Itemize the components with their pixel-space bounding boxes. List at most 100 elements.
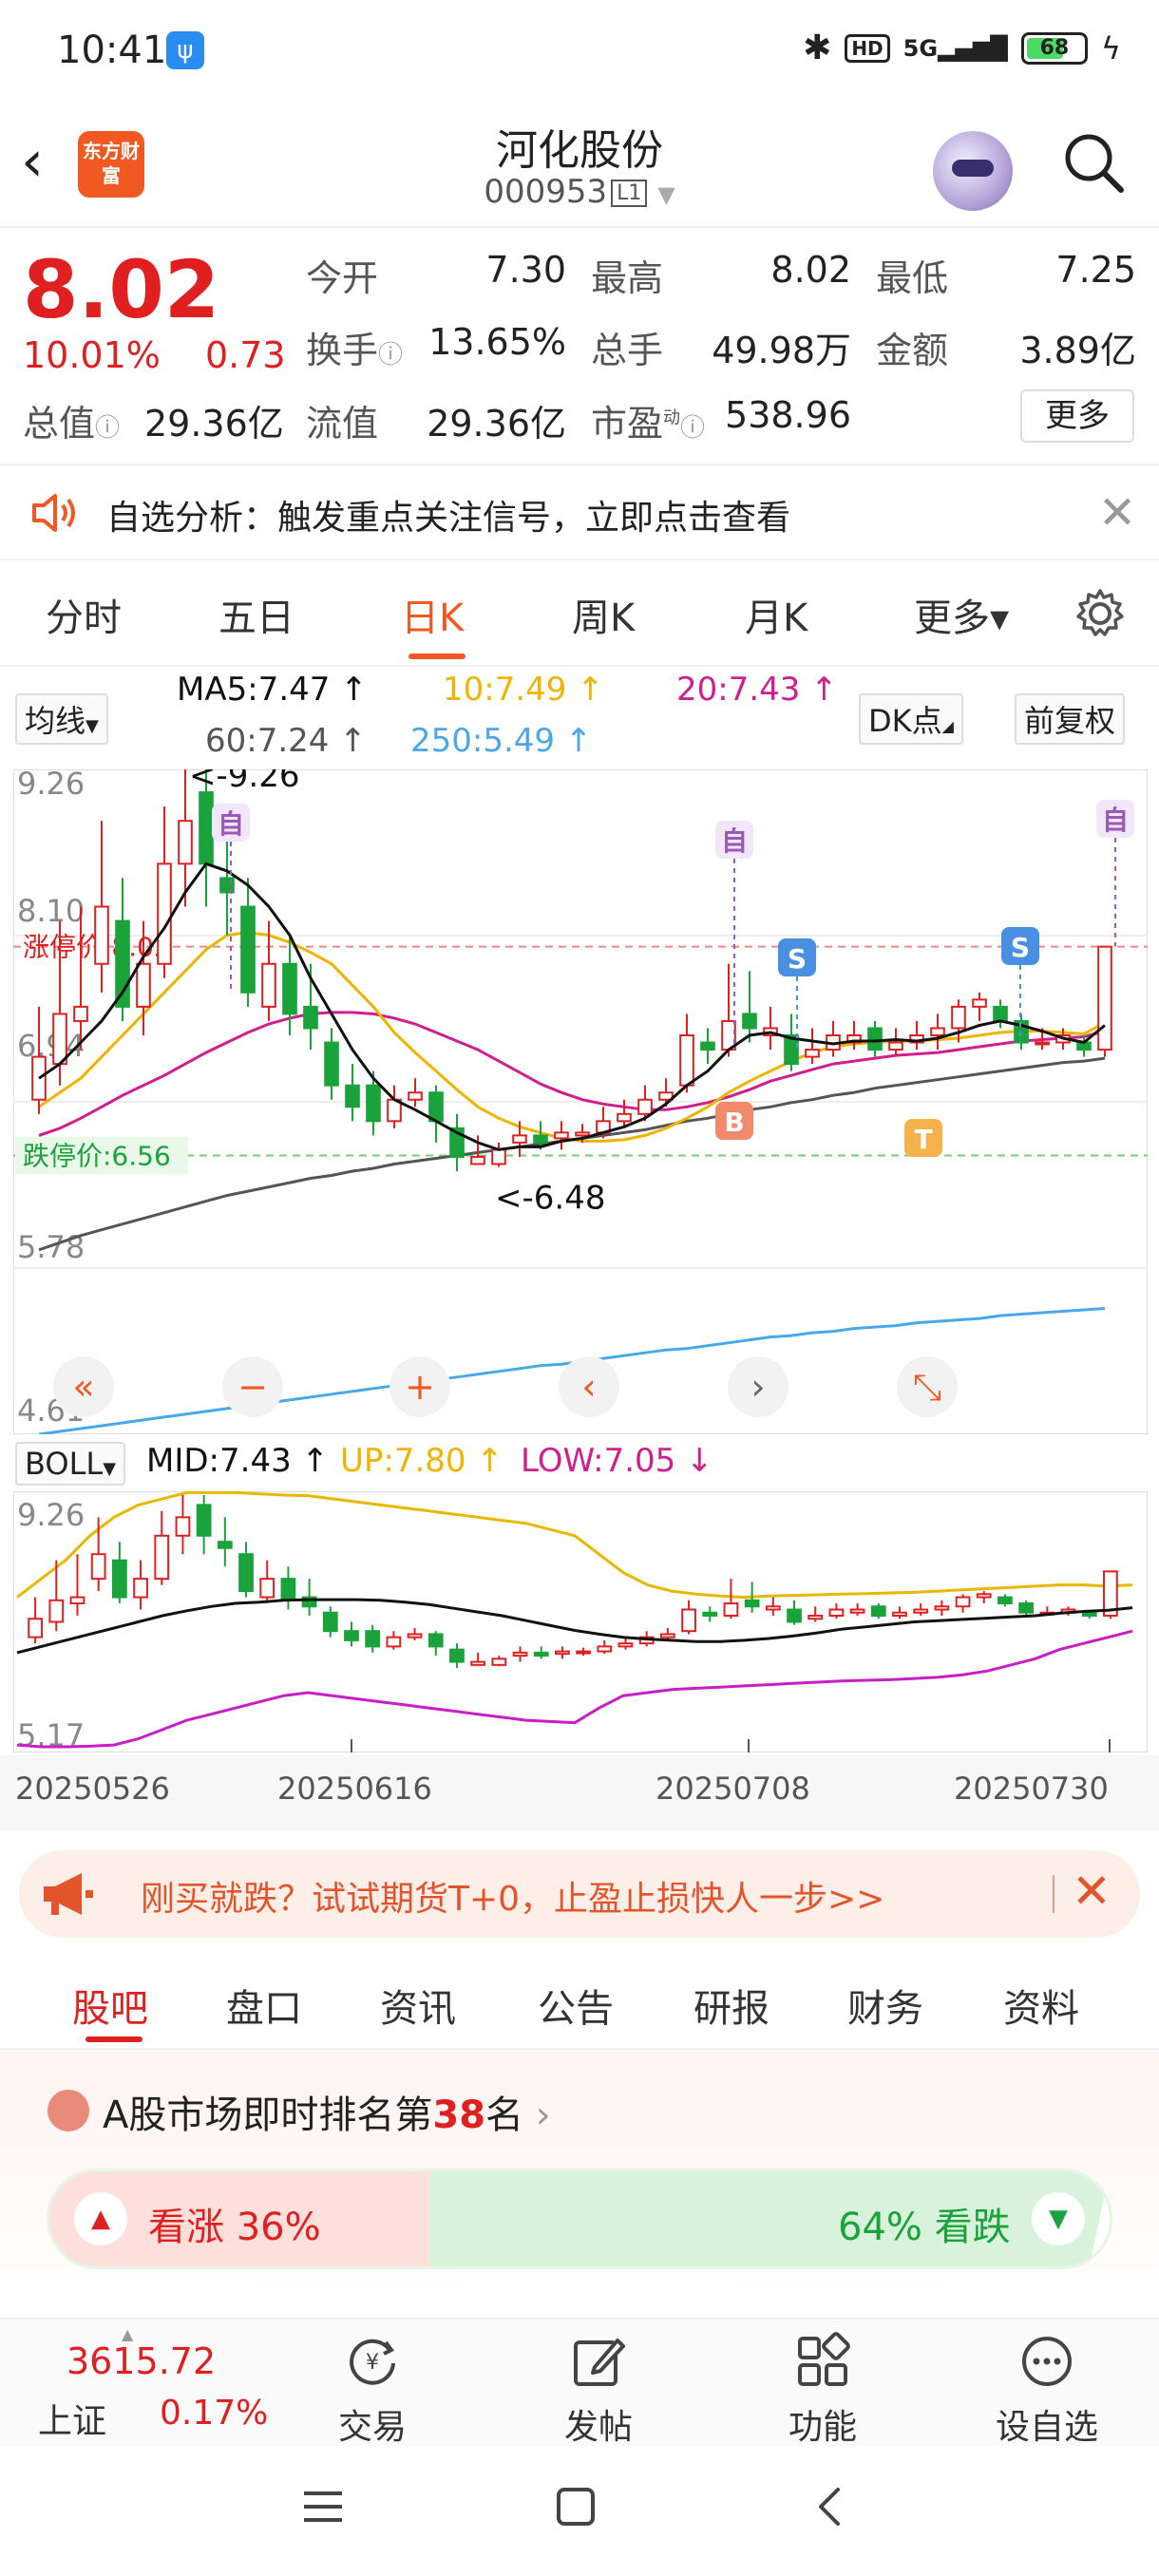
tab-financials[interactable]: 财务 [847, 1978, 923, 2033]
candle-body [259, 1578, 276, 1599]
dropdown-triangle-icon: ▼ [103, 1459, 117, 1479]
candle-body [282, 962, 297, 1015]
vote-down-button[interactable]: ▼ [1032, 2192, 1085, 2245]
candle-body [470, 1155, 485, 1165]
candle-body [238, 1553, 254, 1593]
nav-add-watchlist[interactable]: 设自选 [980, 2331, 1113, 2449]
alert-banner[interactable]: 自选分析：触发重点关注信号，立即点击查看 ✕ [0, 464, 1159, 560]
tab-announcements[interactable]: 公告 [538, 1978, 614, 2033]
nav-post[interactable]: 发帖 [532, 2331, 665, 2449]
candle-body [849, 1608, 865, 1614]
tab-daily-k[interactable]: 日K [401, 587, 464, 642]
search-icon[interactable] [1060, 129, 1127, 196]
candle-body [554, 1131, 569, 1140]
trade-icon: ¥ [350, 2339, 395, 2385]
tab-news[interactable]: 资讯 [380, 1978, 456, 2033]
info-icon[interactable]: ⓘ [95, 414, 120, 443]
candle-body [154, 1534, 170, 1581]
candle-body [913, 1608, 929, 1614]
tab-guba[interactable]: 股吧 [72, 1978, 148, 2033]
nav-trade[interactable]: ¥ 交易 [306, 2331, 439, 2449]
candle-body [951, 1005, 966, 1030]
tab-five-day[interactable]: 五日 [218, 587, 294, 642]
volume-value: 49.98万 [712, 330, 851, 371]
index-name[interactable]: 上证 [38, 2394, 106, 2443]
megaphone-icon [44, 1873, 93, 1915]
candle-body [1035, 1041, 1050, 1046]
promo-banner[interactable]: 刚买就跌？试试期货T+0，止盈止损快人一步>> ✕ [19, 1850, 1140, 1938]
candle-body [998, 1596, 1013, 1605]
status-bar: 10:41 ψ ✱ HD 5G▂▄▆█ 68 ϟ [0, 0, 1159, 104]
candle-body [199, 791, 214, 865]
candle-body [344, 1630, 359, 1641]
low-value: 7.25 [1055, 249, 1136, 291]
x-tick: 20250730 [954, 1771, 1109, 1807]
candle-body [512, 1134, 527, 1144]
close-icon[interactable]: ✕ [1072, 1864, 1112, 1919]
candle-body [597, 1645, 613, 1653]
sell-marker-text: S [788, 943, 807, 975]
candle-body [491, 1148, 506, 1165]
info-tabs: 股吧 盘口 资讯 公告 研报 财务 资料 [0, 1955, 1159, 2050]
menu-icon[interactable] [302, 2486, 344, 2528]
index-value[interactable]: 3615.72 [66, 2340, 216, 2382]
ma10-label: 10:7.49 ↑ [443, 671, 604, 709]
candle-body [491, 1657, 507, 1666]
bottom-bar: ▲ 3615.72 上证 0.17% ¥ 交易 发帖 功能 设自选 [0, 2318, 1159, 2449]
candle-body [73, 1005, 88, 1022]
assistant-robot-icon[interactable] [933, 131, 1013, 211]
candle-body [470, 1660, 486, 1666]
boll-chart[interactable]: 9.265.17 [13, 1491, 1148, 1752]
tab-more[interactable]: 更多▾ [914, 587, 1009, 642]
candle-body [892, 1611, 907, 1617]
indicator-select[interactable]: 均线▼ [15, 693, 108, 745]
volume-label: 总手 [591, 330, 664, 371]
candle-body [1081, 1611, 1097, 1617]
candle-body [303, 1005, 318, 1030]
back-nav-icon[interactable] [809, 2486, 851, 2528]
adjust-button[interactable]: 前复权 [1015, 693, 1126, 745]
home-icon[interactable] [555, 2486, 597, 2528]
tab-order-book[interactable]: 盘口 [226, 1978, 302, 2033]
sentiment-vote-bar: ▲ 看涨 36% 64% 看跌 ▼ [49, 2171, 1110, 2266]
tab-research[interactable]: 研报 [694, 1978, 770, 2033]
quote-panel: 8.02 10.01% 0.73 今开 7.30 最高 8.02 最低 7.25… [0, 228, 1159, 461]
high-label: 最高 [591, 257, 664, 299]
active-tab-indicator [408, 653, 466, 659]
chart-control-icon: « [72, 1366, 94, 1408]
candle-body [512, 1651, 528, 1657]
tab-intraday[interactable]: 分时 [46, 587, 122, 642]
candle-body [867, 1027, 883, 1051]
nav-label: 交易 [337, 2408, 407, 2447]
candle-body [955, 1596, 971, 1608]
boll-indicator-select[interactable]: BOLL▼ [15, 1442, 126, 1486]
speaker-icon [32, 494, 75, 532]
kline-chart[interactable]: 9.268.106.945.784.61涨停价:8.02跌停价:6.56<-9.… [13, 769, 1148, 1434]
period-tabs: 分时 五日 日K 周K 月K 更多▾ [0, 562, 1159, 667]
info-icon[interactable]: ⓘ [680, 414, 705, 443]
tab-monthly-k[interactable]: 月K [745, 587, 808, 642]
tab-weekly-k[interactable]: 周K [572, 587, 635, 642]
info-icon[interactable]: ⓘ [378, 341, 403, 369]
y-tick: 8.10 [17, 893, 85, 929]
self-marker-text: 自 [1102, 805, 1129, 836]
tab-profile[interactable]: 资料 [1003, 1978, 1079, 2033]
candle-body [808, 1614, 824, 1620]
candle-body [533, 1651, 549, 1657]
candle-body [618, 1642, 634, 1648]
dk-point-button[interactable]: DK点◢ [859, 693, 963, 745]
close-icon[interactable]: ✕ [1098, 486, 1136, 540]
candle-body [280, 1578, 296, 1601]
change-percent: 10.01% [23, 334, 161, 376]
nav-functions[interactable]: 功能 [756, 2331, 889, 2449]
vote-up-button[interactable]: ▲ [74, 2192, 127, 2245]
gear-icon[interactable] [1072, 585, 1129, 642]
charging-icon: ϟ [1100, 29, 1121, 66]
ranking-link[interactable]: A股市场即时排名第38名 › [103, 2084, 551, 2139]
candle-body [575, 1131, 590, 1137]
float-value: 29.36亿 [427, 403, 566, 445]
limit-down-label: 跌停价:6.56 [23, 1140, 171, 1171]
more-button[interactable]: 更多 [1020, 389, 1134, 443]
chart-control-icon: › [750, 1366, 765, 1408]
sell-marker-text: S [1011, 932, 1030, 963]
